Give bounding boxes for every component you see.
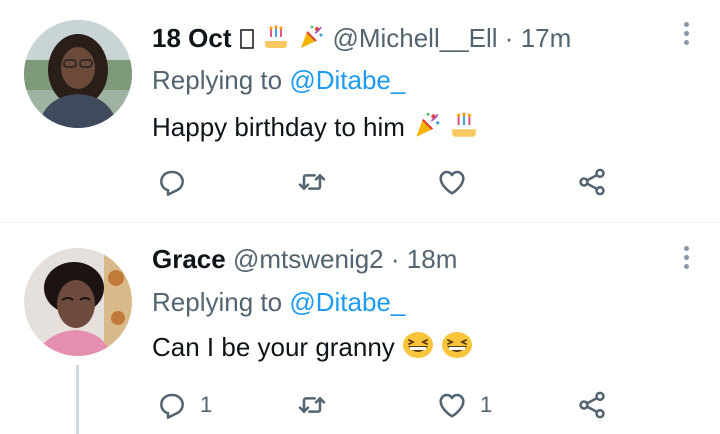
reply-icon: [160, 393, 184, 419]
tweet-text: Can I be your granny: [152, 330, 473, 367]
separator: ·: [390, 244, 400, 274]
more-icon[interactable]: [684, 22, 690, 49]
birthday-cake-icon: [449, 110, 479, 147]
share-icon: [579, 391, 605, 419]
share-icon: [579, 168, 605, 196]
reply-button[interactable]: 1: [156, 385, 212, 425]
replying-to-label: Replying to: [152, 65, 283, 95]
display-name[interactable]: 18 Oct: [152, 23, 232, 53]
replying-to: Replying to @Ditabe_: [152, 286, 405, 318]
tweet-text: Happy birthday to him: [152, 110, 479, 147]
like-icon: [439, 393, 465, 418]
like-icon: [439, 170, 465, 195]
like-count: 1: [480, 392, 493, 417]
retweet-button[interactable]: [296, 385, 340, 425]
separator: ·: [504, 23, 514, 53]
share-button[interactable]: [576, 385, 608, 425]
tweet-header: 18 Oct @Michell__Ell · 17m: [152, 22, 571, 58]
tweet-text-content: Can I be your granny: [152, 332, 395, 362]
tweet-actions: [150, 162, 630, 202]
tweet-actions: 1 1: [150, 385, 630, 425]
tweet-header: Grace @mtswenig2 · 18m: [152, 243, 457, 275]
more-icon[interactable]: [684, 246, 690, 273]
display-name[interactable]: Grace: [152, 244, 226, 274]
retweet-button[interactable]: [296, 162, 340, 202]
replying-to-label: Replying to: [152, 287, 283, 317]
party-popper-icon: [297, 23, 325, 58]
reply-button[interactable]: [156, 162, 200, 202]
user-handle[interactable]: @Michell__Ell: [332, 23, 497, 53]
user-handle[interactable]: @mtswenig2: [233, 244, 384, 274]
reply-icon: [160, 170, 184, 196]
replying-to: Replying to @Ditabe_: [152, 64, 405, 96]
share-button[interactable]: [576, 162, 608, 202]
party-popper-icon: [412, 110, 442, 147]
avatar[interactable]: [24, 20, 132, 128]
like-button[interactable]: 1: [436, 385, 492, 425]
grinning-squinting-face-icon: [402, 330, 434, 367]
tweet[interactable]: 18 Oct @Michell__Ell · 17m Replying to @…: [0, 0, 720, 222]
avatar[interactable]: [24, 248, 132, 356]
reply-count: 1: [200, 392, 213, 417]
timestamp[interactable]: 17m: [521, 23, 572, 53]
tweet-text-content: Happy birthday to him: [152, 112, 405, 142]
timestamp[interactable]: 18m: [407, 244, 458, 274]
retweet-icon: [298, 397, 326, 413]
birthday-cake-icon: [262, 23, 290, 58]
grinning-squinting-face-icon: [441, 330, 473, 367]
missing-glyph-icon: [239, 26, 255, 58]
retweet-icon: [298, 174, 326, 190]
thread-line: [76, 365, 79, 434]
mention-link[interactable]: @Ditabe_: [289, 65, 405, 95]
like-button[interactable]: [436, 162, 480, 202]
tweet[interactable]: Grace @mtswenig2 · 18m Replying to @Dita…: [0, 223, 720, 434]
mention-link[interactable]: @Ditabe_: [289, 287, 405, 317]
